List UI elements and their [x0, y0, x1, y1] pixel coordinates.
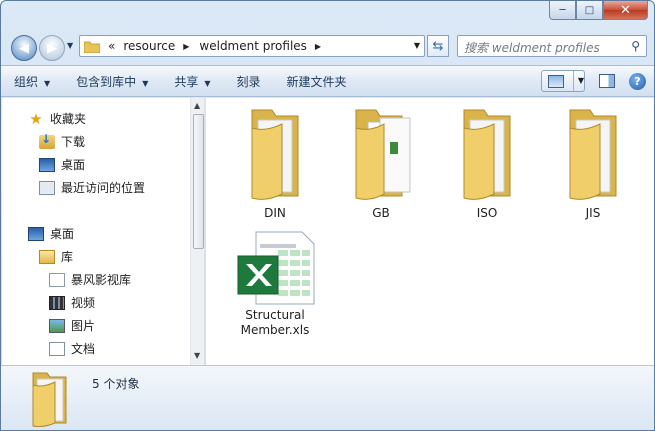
breadcrumb-overflow[interactable]: «: [108, 39, 115, 53]
file-list: DIN GB ISO JIS Structural Member.xls: [206, 98, 654, 365]
nav-item-documents[interactable]: 文档: [49, 340, 95, 357]
breadcrumb-resource[interactable]: resource: [123, 39, 175, 53]
refresh-button[interactable]: ⇆: [427, 35, 449, 57]
chevron-down-icon[interactable]: ▼: [572, 71, 584, 91]
desktop-icon: [28, 226, 44, 241]
share-label: 共享: [174, 74, 199, 89]
download-folder-icon: [39, 132, 55, 149]
include-in-library-button[interactable]: 包含到库中 ▼: [63, 73, 161, 90]
file-name: Structural: [245, 308, 305, 322]
nav-label: 桌面: [61, 158, 86, 172]
nav-item-recent-places[interactable]: 最近访问的位置: [39, 179, 145, 196]
recent-places-icon: [39, 180, 55, 195]
breadcrumb-weldment-profiles[interactable]: weldment profiles: [199, 39, 307, 53]
address-dropdown-icon[interactable]: ▼: [414, 41, 420, 50]
nav-label: 文档: [71, 342, 96, 356]
library-icon: [39, 249, 55, 264]
file-name: DIN: [264, 206, 286, 220]
nav-label: 最近访问的位置: [61, 181, 146, 195]
organize-button[interactable]: 组织 ▼: [1, 73, 63, 90]
documents-icon: [49, 341, 65, 356]
view-icon: [548, 74, 564, 88]
burn-button[interactable]: 刻录: [224, 73, 274, 90]
scroll-down-icon[interactable]: ▼: [194, 351, 200, 360]
file-item[interactable]: GB: [331, 106, 431, 221]
forward-arrow-icon: ▶: [47, 40, 57, 56]
nav-item-downloads[interactable]: 下载: [39, 132, 86, 150]
details-pane: 5 个对象: [1, 365, 654, 430]
nav-label: 下载: [61, 135, 86, 149]
address-bar[interactable]: « resource ▶ weldment profiles ▶ ▼: [79, 35, 425, 57]
folder-icon: [569, 109, 617, 200]
minimize-button[interactable]: ─: [549, 1, 576, 20]
preview-pane-icon[interactable]: [599, 74, 615, 88]
scroll-up-icon[interactable]: ▲: [194, 101, 200, 110]
file-name: JIS: [585, 206, 601, 220]
share-button[interactable]: 共享 ▼: [161, 73, 223, 90]
folder-icon: [251, 109, 299, 200]
nav-item-media-library[interactable]: 暴风影视库: [49, 271, 131, 288]
organize-label: 组织: [14, 74, 39, 89]
navigation-row: ◀ ▶ ▼ « resource ▶ weldment profiles ▶ ▼…: [1, 29, 654, 63]
folder-icon: [84, 41, 100, 53]
file-name: ISO: [476, 206, 498, 220]
caption-buttons: ─ □ ✕: [549, 1, 648, 21]
close-button[interactable]: ✕: [603, 1, 648, 20]
command-bar: 组织 ▼ 包含到库中 ▼ 共享 ▼ 刻录 新建文件夹 ▼ ?: [1, 65, 654, 97]
folder-icon: [32, 372, 67, 427]
breadcrumb-separator-icon[interactable]: ▶: [183, 42, 189, 51]
nav-label: 库: [61, 250, 74, 264]
chevron-down-icon: ▼: [204, 78, 211, 88]
nav-item-desktop[interactable]: 桌面: [39, 156, 85, 173]
recent-pages-dropdown[interactable]: ▼: [67, 41, 73, 50]
back-arrow-icon: ◀: [19, 40, 29, 56]
chevron-down-icon: ▼: [142, 78, 149, 88]
nav-item-libraries[interactable]: 库: [39, 248, 73, 265]
nav-label: 暴风影视库: [71, 273, 132, 287]
desktop-icon: [39, 157, 55, 172]
search-placeholder: 搜索 weldment profiles: [464, 41, 600, 55]
nav-label: 视频: [71, 296, 96, 310]
file-item[interactable]: ISO: [437, 106, 537, 221]
breadcrumb-separator-icon[interactable]: ▶: [315, 42, 321, 51]
forward-button[interactable]: ▶: [39, 35, 65, 61]
change-view-button[interactable]: ▼: [541, 70, 585, 92]
file-item[interactable]: DIN: [225, 106, 325, 221]
video-icon: [49, 295, 65, 310]
file-item[interactable]: JIS: [543, 106, 643, 221]
folder-icon: [463, 109, 511, 200]
excel-file-icon: [237, 231, 315, 305]
new-folder-button[interactable]: 新建文件夹: [274, 73, 360, 90]
nav-label: 收藏夹: [50, 112, 87, 126]
file-item[interactable]: Structural Member.xls: [225, 230, 325, 338]
star-icon: ★: [29, 109, 43, 128]
nav-label: 桌面: [50, 227, 75, 241]
folder-with-content-icon: [355, 109, 411, 200]
explorer-window: ─ □ ✕ ◀ ▶ ▼ « resource ▶ weldment profil…: [0, 0, 655, 431]
maximize-button[interactable]: □: [576, 1, 603, 20]
nav-item-videos[interactable]: 视频: [49, 294, 95, 311]
pictures-icon: [49, 318, 65, 333]
help-icon[interactable]: ?: [629, 72, 646, 90]
file-name: GB: [372, 206, 390, 220]
refresh-icon: ⇆: [432, 38, 444, 54]
search-input[interactable]: 搜索 weldment profiles ⚲: [457, 35, 647, 57]
new-folder-label: 新建文件夹: [286, 74, 347, 89]
back-button[interactable]: ◀: [11, 35, 37, 61]
chevron-down-icon: ▼: [44, 78, 51, 88]
burn-label: 刻录: [236, 74, 261, 89]
include-in-library-label: 包含到库中: [76, 74, 137, 89]
nav-label: 图片: [71, 319, 96, 333]
nav-scrollbar[interactable]: ▲ ▼: [190, 98, 204, 365]
nav-item-desktop-root[interactable]: 桌面: [28, 225, 74, 242]
media-library-icon: [49, 272, 65, 287]
item-count: 5 个对象: [92, 377, 140, 391]
scrollbar-thumb[interactable]: [193, 114, 204, 249]
nav-item-pictures[interactable]: 图片: [49, 317, 95, 334]
toolbar-right-group: ▼ ?: [541, 70, 646, 92]
file-name-line2: Member.xls: [240, 323, 310, 337]
navigation-pane: ★ 收藏夹 下载 桌面 最近访问的位置 桌面 库 暴风影视库 视频: [2, 98, 205, 365]
search-icon[interactable]: ⚲: [631, 39, 640, 53]
nav-item-favorites[interactable]: ★ 收藏夹: [28, 110, 86, 127]
